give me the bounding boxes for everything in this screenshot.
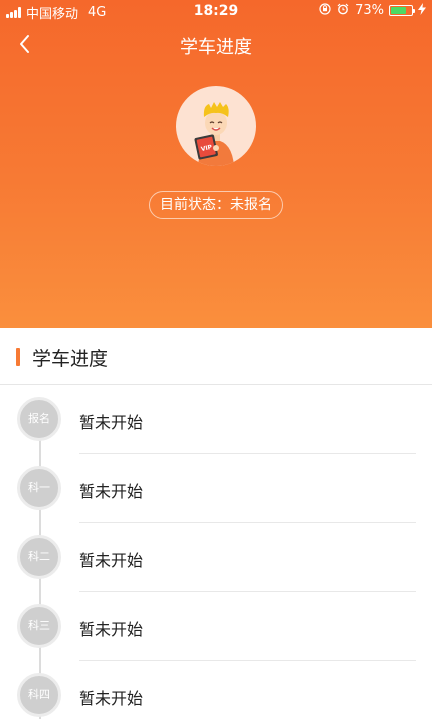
enrollment-status-badge: 目前状态：未报名: [149, 191, 283, 219]
timeline-step-subject-3: 科三 暂未开始: [0, 592, 432, 661]
timeline-step-signup: 报名 暂未开始: [0, 385, 432, 454]
step-status: 暂未开始: [79, 482, 144, 501]
step-status: 暂未开始: [79, 689, 144, 708]
battery-percent: 73%: [355, 3, 384, 18]
header-background: 中国移动 4G 18:29 73% 学车进度 VIP 目前状态：未报名: [0, 0, 432, 328]
section-title: 学车进度: [32, 348, 109, 370]
step-status: 暂未开始: [79, 413, 144, 432]
nav-bar: 学车进度: [0, 22, 432, 66]
timeline-step-subject-1: 科一 暂未开始: [0, 454, 432, 523]
section-header: 学车进度: [0, 328, 432, 385]
step-node: 科四: [17, 673, 61, 717]
battery-fill: [391, 7, 406, 14]
avatar: VIP: [176, 86, 256, 166]
back-button[interactable]: [12, 30, 40, 58]
page-title: 学车进度: [180, 37, 252, 58]
step-node: 报名: [17, 397, 61, 441]
step-status: 暂未开始: [79, 620, 144, 639]
section-accent-bar: [16, 348, 20, 366]
step-status: 暂未开始: [79, 551, 144, 570]
battery-icon: [389, 5, 415, 16]
step-node: 科一: [17, 466, 61, 510]
status-bar-right: 73%: [313, 3, 426, 18]
battery-cap: [413, 9, 415, 13]
progress-timeline: 报名 暂未开始 科一 暂未开始 科二 暂未开始 科三 暂未开始 科四 暂未开始: [0, 385, 432, 720]
charging-icon: [418, 3, 426, 18]
timeline-step-subject-2: 科二 暂未开始: [0, 523, 432, 592]
chevron-left-icon: [20, 35, 29, 53]
timeline-step-subject-4: 科四 暂未开始: [0, 661, 432, 720]
step-node: 科二: [17, 535, 61, 579]
lock-rotation-icon: [319, 3, 331, 18]
alarm-icon: [337, 3, 349, 18]
step-node: 科三: [17, 604, 61, 648]
status-bar: 中国移动 4G 18:29 73%: [0, 0, 432, 22]
vip-avatar-illustration: VIP: [194, 102, 234, 166]
